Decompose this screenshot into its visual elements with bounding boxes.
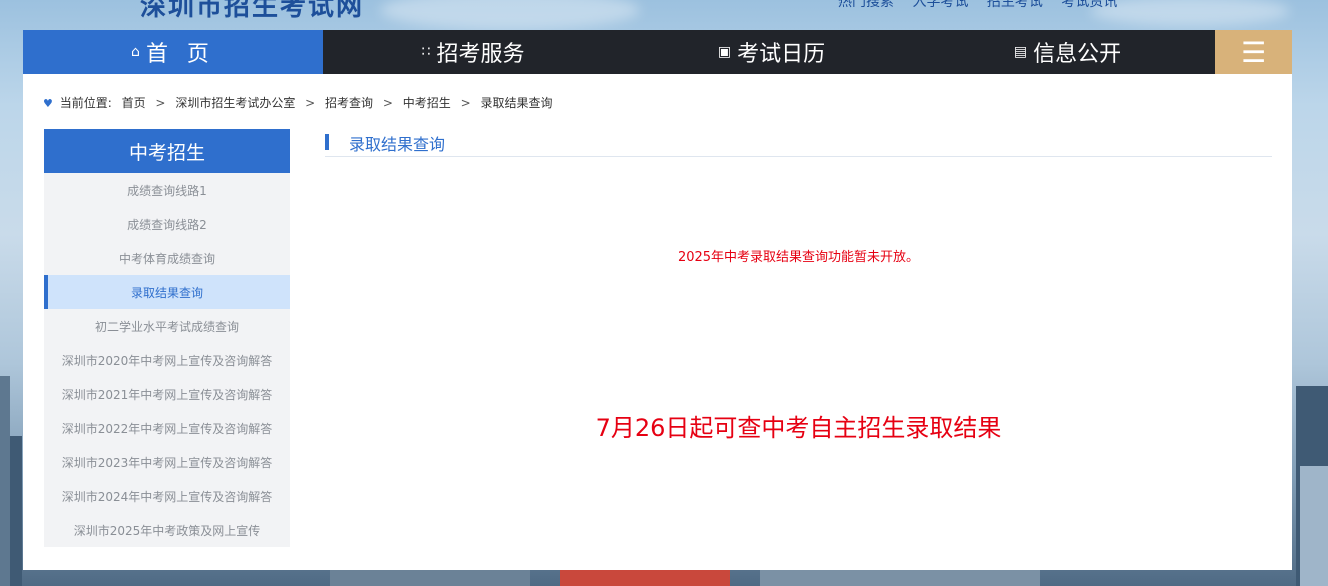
nav-item-label: 首 页	[145, 42, 215, 67]
site-header: 深圳市招生考试网 热门搜索 入学考试 招生考试 考试资讯	[0, 0, 1328, 30]
sidebar-title: 中考招生	[44, 129, 290, 173]
sidebar-item-pe-score-query[interactable]: 中考体育成绩查询	[44, 241, 290, 275]
grid-icon: ∷	[421, 44, 431, 60]
breadcrumb-separator: >	[382, 96, 393, 110]
home-icon: ⌂	[131, 44, 140, 60]
sidebar-item-admission-result[interactable]: 录取结果查询	[44, 275, 290, 309]
breadcrumb-item[interactable]: 中考招生	[403, 96, 451, 110]
top-links: 热门搜索 入学考试 招生考试 考试资讯	[838, 0, 1131, 11]
nav-item-label: 考试日历	[737, 42, 826, 67]
nav-item-exam-services[interactable]: ∷ 招考服务	[323, 30, 623, 74]
menu-button[interactable]: ☰	[1215, 30, 1292, 74]
sidebar-item-2024-publicity[interactable]: 深圳市2024年中考网上宣传及咨询解答	[44, 479, 290, 513]
sidebar: 中考招生 成绩查询线路1 成绩查询线路2 中考体育成绩查询 录取结果查询 初二学…	[44, 129, 290, 547]
sidebar-item-score-query-1[interactable]: 成绩查询线路1	[44, 173, 290, 207]
sidebar-item-2022-publicity[interactable]: 深圳市2022年中考网上宣传及咨询解答	[44, 411, 290, 445]
top-link[interactable]: 入学考试	[912, 0, 968, 10]
breadcrumb-item-current[interactable]: 录取结果查询	[481, 96, 553, 110]
nav-item-exam-calendar[interactable]: ▣ 考试日历	[623, 30, 920, 74]
nav-item-label: 信息公开	[1033, 42, 1122, 67]
menu-icon: ☰	[1240, 35, 1267, 69]
calendar-icon: ▣	[717, 44, 732, 60]
site-title[interactable]: 深圳市招生考试网	[140, 0, 364, 23]
sidebar-item-2023-publicity[interactable]: 深圳市2023年中考网上宣传及咨询解答	[44, 445, 290, 479]
background-building	[330, 570, 530, 586]
breadcrumb: ♥ 当前位置: 首页 > 深圳市招生考试办公室 > 招考查询 > 中考招生 > …	[43, 94, 553, 111]
sidebar-list: 成绩查询线路1 成绩查询线路2 中考体育成绩查询 录取结果查询 初二学业水平考试…	[44, 173, 290, 547]
location-pin-icon: ♥	[43, 97, 53, 110]
background-building	[760, 570, 1040, 586]
breadcrumb-item-home[interactable]: 首页	[122, 96, 146, 110]
background-building	[0, 376, 10, 586]
notice-not-open: 2025年中考录取结果查询功能暂未开放。	[677, 250, 920, 265]
main-nav: ⌂ 首 页 ∷ 招考服务 ▣ 考试日历 ▤ 信息公开 ☰	[23, 30, 1292, 74]
top-link[interactable]: 考试资讯	[1061, 0, 1117, 10]
nav-item-home[interactable]: ⌂ 首 页	[23, 30, 323, 74]
breadcrumb-item[interactable]: 招考查询	[325, 96, 373, 110]
background-building	[560, 570, 730, 586]
document-icon: ▤	[1013, 44, 1028, 60]
page-title: 录取结果查询	[349, 135, 446, 154]
breadcrumb-item[interactable]: 深圳市招生考试办公室	[175, 96, 295, 110]
sidebar-item-2025-policy[interactable]: 深圳市2025年中考政策及网上宣传	[44, 513, 290, 547]
breadcrumb-separator: >	[305, 96, 316, 110]
sidebar-item-2020-publicity[interactable]: 深圳市2020年中考网上宣传及咨询解答	[44, 343, 290, 377]
top-link[interactable]: 招生考试	[987, 0, 1043, 10]
sidebar-item-2021-publicity[interactable]: 深圳市2021年中考网上宣传及咨询解答	[44, 377, 290, 411]
top-link[interactable]: 热门搜索	[838, 0, 894, 10]
sidebar-item-score-query-2[interactable]: 成绩查询线路2	[44, 207, 290, 241]
content-header: 录取结果查询	[325, 131, 1272, 157]
notice-result-date: 7月26日起可查中考自主招生录取结果	[595, 414, 1002, 442]
nav-item-info-disclosure[interactable]: ▤ 信息公开	[920, 30, 1215, 74]
background-building	[1300, 466, 1328, 586]
background-building	[10, 436, 22, 586]
breadcrumb-separator: >	[460, 96, 471, 110]
breadcrumb-prefix: 当前位置:	[59, 96, 112, 110]
nav-item-label: 招考服务	[436, 42, 525, 67]
breadcrumb-separator: >	[155, 96, 166, 110]
main-panel: ♥ 当前位置: 首页 > 深圳市招生考试办公室 > 招考查询 > 中考招生 > …	[23, 74, 1292, 570]
sidebar-item-grade8-score-query[interactable]: 初二学业水平考试成绩查询	[44, 309, 290, 343]
title-accent-bar	[325, 134, 329, 150]
